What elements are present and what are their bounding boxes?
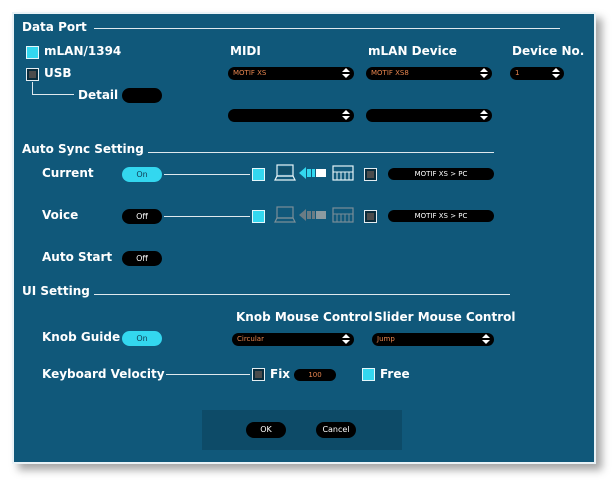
- current-route-checkbox[interactable]: [364, 168, 377, 181]
- voice-toggle[interactable]: Off: [122, 209, 162, 224]
- select-arrows-icon: [482, 334, 491, 345]
- connector-line: [166, 374, 250, 375]
- divider: [94, 28, 560, 29]
- select-arrows-icon: [480, 68, 489, 79]
- usb-label: USB: [44, 66, 72, 80]
- select-arrows-icon: [342, 110, 351, 121]
- fix-label: Fix: [270, 367, 291, 381]
- current-toggle[interactable]: On: [122, 167, 162, 182]
- voice-route-checkbox[interactable]: [364, 210, 377, 223]
- voice-label: Voice: [42, 208, 79, 222]
- select-arrows-icon: [552, 68, 561, 79]
- ui-setting-title: UI Setting: [22, 284, 90, 298]
- device-no-column-header: Device No.: [512, 44, 585, 58]
- current-route-display: MOTIF XS > PC: [388, 168, 494, 180]
- select-arrows-icon: [480, 110, 489, 121]
- auto-sync-title: Auto Sync Setting: [22, 142, 144, 156]
- mlan-device-2-select[interactable]: [366, 109, 492, 122]
- usb-checkbox[interactable]: [26, 68, 39, 81]
- mlan-device-column-header: mLAN Device: [368, 44, 457, 58]
- current-label: Current: [42, 166, 94, 180]
- button-bar: [202, 410, 402, 450]
- divider: [148, 152, 494, 153]
- select-arrows-icon: [342, 68, 351, 79]
- mlan-device-value: MOTIF XS8: [371, 69, 409, 77]
- tree-line: [32, 82, 33, 94]
- pc-icon: [274, 206, 296, 223]
- keyboard-velocity-label: Keyboard Velocity: [42, 367, 165, 381]
- mlan-checkbox[interactable]: [26, 46, 39, 59]
- mlan-device-select[interactable]: MOTIF XS8: [366, 67, 492, 80]
- data-port-title: Data Port: [22, 20, 87, 34]
- synthesizer-icon: [332, 165, 354, 181]
- cancel-button[interactable]: Cancel: [316, 422, 356, 438]
- transfer-arrow-icon: [299, 209, 326, 221]
- select-arrows-icon: [342, 334, 351, 345]
- free-velocity-checkbox[interactable]: [362, 368, 375, 381]
- detail-label: Detail: [78, 88, 119, 102]
- knob-mouse-control-select[interactable]: Circular: [232, 333, 354, 346]
- free-label: Free: [380, 367, 410, 381]
- midi-port-2-select[interactable]: [228, 109, 354, 122]
- slider-mouse-control-select[interactable]: Jump: [372, 333, 494, 346]
- auto-start-label: Auto Start: [42, 250, 113, 264]
- knob-mouse-control-value: Circular: [237, 335, 264, 343]
- slider-mouse-control-label: Slider Mouse Control: [374, 310, 516, 324]
- auto-start-toggle[interactable]: Off: [122, 251, 162, 266]
- device-no-select[interactable]: 1: [510, 67, 564, 80]
- midi-port-value: MOTIF XS: [233, 69, 267, 77]
- fix-velocity-checkbox[interactable]: [252, 368, 265, 381]
- synthesizer-icon: [332, 207, 354, 223]
- knob-mouse-control-label: Knob Mouse Control: [236, 310, 373, 324]
- transfer-arrow-icon: [299, 167, 326, 179]
- device-no-value: 1: [515, 69, 520, 77]
- pc-icon: [274, 164, 296, 181]
- knob-guide-toggle[interactable]: On: [122, 331, 162, 346]
- current-sync-checkbox[interactable]: [252, 168, 265, 181]
- mlan-label: mLAN/1394: [44, 44, 122, 58]
- voice-route-display: MOTIF XS > PC: [388, 210, 494, 222]
- tree-line: [32, 94, 74, 95]
- connector-line: [164, 216, 250, 217]
- voice-sync-checkbox[interactable]: [252, 210, 265, 223]
- knob-guide-label: Knob Guide: [42, 330, 121, 344]
- connector-line: [164, 174, 250, 175]
- data-port-settings-dialog: Data Port mLAN/1394 USB Detail MIDI mLAN…: [12, 12, 596, 464]
- ok-button[interactable]: OK: [246, 422, 286, 438]
- detail-button[interactable]: [122, 88, 162, 103]
- fix-velocity-value[interactable]: 100: [294, 369, 336, 381]
- midi-column-header: MIDI: [230, 44, 261, 58]
- divider: [94, 294, 510, 295]
- midi-port-select[interactable]: MOTIF XS: [228, 67, 354, 80]
- slider-mouse-control-value: Jump: [377, 335, 395, 343]
